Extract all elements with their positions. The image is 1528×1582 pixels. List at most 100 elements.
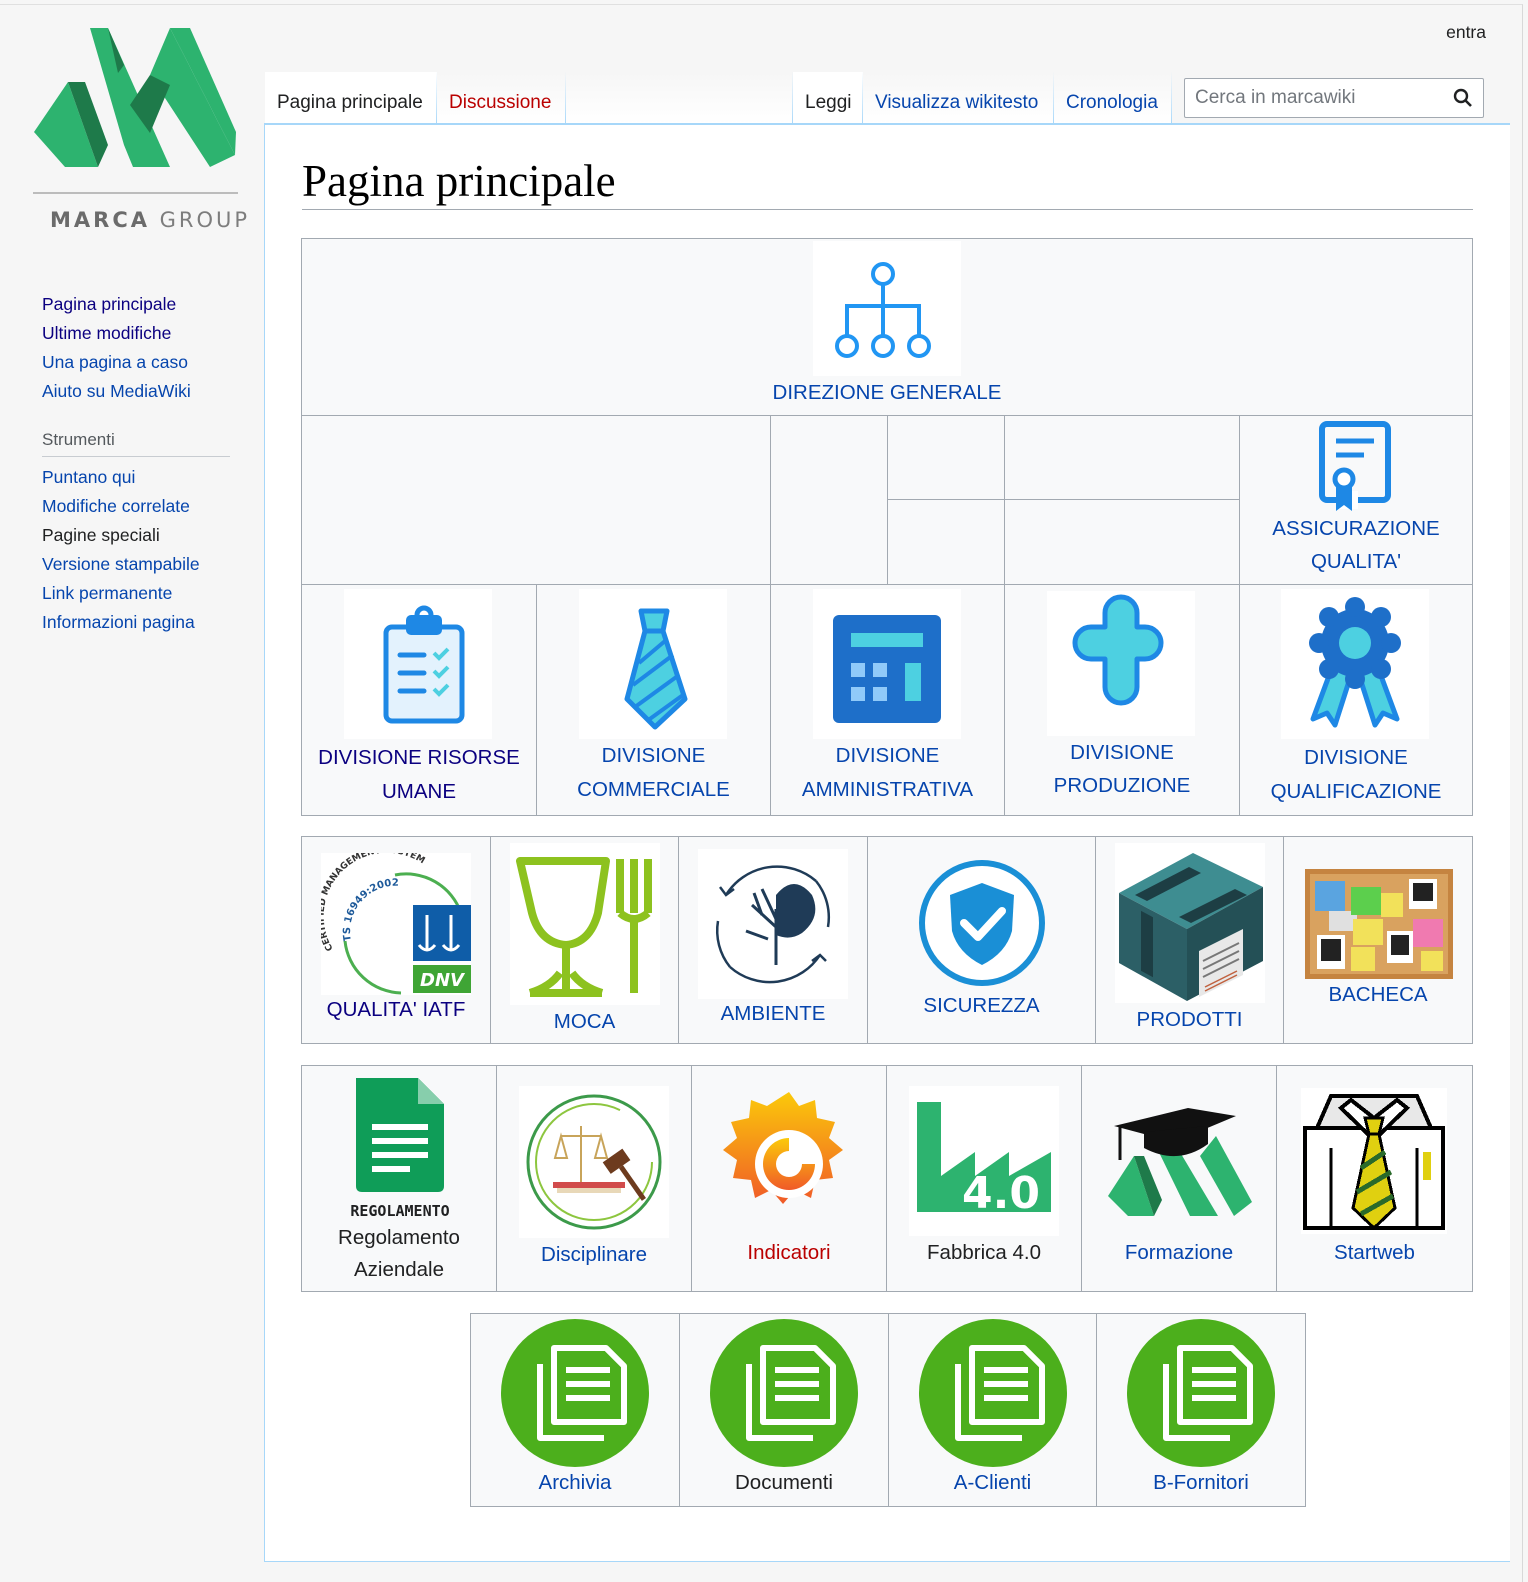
search-input[interactable] bbox=[1193, 79, 1447, 117]
sidebar-item-recent-changes[interactable]: Ultime modifiche bbox=[42, 319, 242, 348]
sidebar-item-printable[interactable]: Versione stampabile bbox=[42, 550, 242, 579]
justice-scale-icon[interactable] bbox=[519, 1086, 669, 1238]
org-qa-label-2[interactable]: QUALITA' bbox=[1240, 545, 1472, 578]
factory-icon[interactable]: 4.0 bbox=[909, 1086, 1059, 1236]
sidebar-item-related-changes[interactable]: Modifiche correlate bbox=[42, 492, 242, 521]
startweb-label[interactable]: Startweb bbox=[1277, 1236, 1472, 1269]
org-empty-cell bbox=[1004, 415, 1240, 500]
search-box bbox=[1184, 78, 1484, 118]
svg-text:TS 16949:2002: TS 16949:2002 bbox=[342, 878, 399, 943]
clienti-label[interactable]: A-Clienti bbox=[889, 1466, 1096, 1499]
environment-tree-icon[interactable] bbox=[698, 849, 848, 999]
moca-label[interactable]: MOCA bbox=[491, 1005, 678, 1038]
division-admin-cell: DIVISIONE AMMINISTRATIVA bbox=[770, 584, 1005, 816]
tab-discussion[interactable]: Discussione bbox=[437, 72, 566, 124]
grafana-icon[interactable] bbox=[714, 1086, 864, 1236]
fornitori-cell: B-Fornitori bbox=[1096, 1313, 1306, 1507]
tab-spacer bbox=[566, 72, 793, 124]
ambiente-label[interactable]: AMBIENTE bbox=[679, 997, 867, 1030]
tab-page[interactable]: Pagina principale bbox=[265, 72, 437, 124]
search-icon[interactable] bbox=[1453, 88, 1473, 108]
division-hr-cell: DIVISIONE RISORSE UMANE bbox=[301, 584, 537, 816]
org-empty-cell bbox=[770, 415, 888, 585]
tab-history[interactable]: Cronologia bbox=[1054, 72, 1172, 124]
division-hr-label-1[interactable]: DIVISIONE RISORSE bbox=[302, 741, 536, 774]
org-hierarchy-icon[interactable] bbox=[813, 241, 961, 376]
regulation-document-icon[interactable]: REGOLAMENTO bbox=[324, 1076, 474, 1226]
content-area: Pagina principale DIREZIONE GENERALE ASS… bbox=[264, 124, 1510, 1562]
bulletin-board-icon[interactable] bbox=[1305, 869, 1453, 979]
sidebar-item-help[interactable]: Aiuto su MediaWiki bbox=[42, 377, 242, 406]
indicatori-label[interactable]: Indicatori bbox=[692, 1236, 886, 1269]
fabbrica-label[interactable]: Fabbrica 4.0 bbox=[887, 1236, 1081, 1269]
regolamento-cell: REGOLAMENTO Regolamento Aziendale bbox=[301, 1065, 497, 1292]
division-commercial-label-2[interactable]: COMMERCIALE bbox=[537, 773, 770, 806]
badge-ring-text: CERTIFIED MANAGEMENT SYSTEM bbox=[321, 853, 426, 952]
certificate-icon[interactable] bbox=[1310, 419, 1402, 514]
sidebar-item-what-links-here[interactable]: Puntano qui bbox=[42, 463, 242, 492]
division-admin-label-2[interactable]: AMMINISTRATIVA bbox=[771, 773, 1004, 806]
iatf-cell: CERTIFIED MANAGEMENT SYSTEM TS 16949:200… bbox=[301, 836, 491, 1044]
division-hr-label-2[interactable]: UMANE bbox=[302, 775, 536, 808]
org-top-label[interactable]: DIREZIONE GENERALE bbox=[302, 376, 1472, 409]
sidebar-item-permalink[interactable]: Link permanente bbox=[42, 579, 242, 608]
marca-m-icon bbox=[34, 28, 236, 167]
product-box-icon[interactable] bbox=[1115, 843, 1265, 1003]
graduation-cap-icon[interactable] bbox=[1104, 1086, 1254, 1236]
regulation-caption: REGOLAMENTO bbox=[350, 1202, 449, 1220]
clipboard-icon[interactable] bbox=[344, 589, 492, 739]
division-production-cell: DIVISIONE PRODUZIONE bbox=[1004, 584, 1240, 816]
prodotti-label[interactable]: PRODOTTI bbox=[1096, 1003, 1283, 1036]
logo-wordmark: MARCA GROUP bbox=[50, 208, 251, 232]
disciplinare-cell: Disciplinare bbox=[496, 1065, 692, 1292]
division-production-label-2[interactable]: PRODUZIONE bbox=[1005, 769, 1239, 802]
division-production-label-1[interactable]: DIVISIONE bbox=[1005, 736, 1239, 769]
sicurezza-label[interactable]: SICUREZZA bbox=[868, 989, 1095, 1022]
tab-view-source[interactable]: Visualizza wikitesto bbox=[863, 72, 1054, 124]
division-commercial-label-1[interactable]: DIVISIONE bbox=[537, 739, 770, 772]
formazione-label[interactable]: Formazione bbox=[1082, 1236, 1276, 1269]
badge-brand-text: DNV bbox=[420, 970, 466, 991]
clients-document-icon[interactable] bbox=[918, 1318, 1068, 1468]
regolamento-label-2[interactable]: Aziendale bbox=[302, 1253, 496, 1286]
fornitori-label[interactable]: B-Fornitori bbox=[1097, 1466, 1305, 1499]
necktie-icon[interactable] bbox=[579, 589, 727, 739]
disciplinare-label[interactable]: Disciplinare bbox=[497, 1238, 691, 1271]
calculator-icon[interactable] bbox=[813, 589, 961, 739]
documenti-cell: Documenti bbox=[679, 1313, 889, 1507]
bacheca-label[interactable]: BACHECA bbox=[1284, 978, 1472, 1011]
org-qa-cell: ASSICURAZIONE QUALITA' bbox=[1239, 415, 1473, 585]
regolamento-label-1[interactable]: Regolamento bbox=[302, 1221, 496, 1254]
sidebar-item-page-info[interactable]: Informazioni pagina bbox=[42, 608, 242, 637]
documenti-label[interactable]: Documenti bbox=[680, 1466, 888, 1499]
moca-cell: MOCA bbox=[490, 836, 679, 1044]
iatf-label[interactable]: QUALITA' IATF bbox=[302, 993, 490, 1026]
puzzle-icon[interactable] bbox=[1047, 591, 1195, 736]
division-admin-label-1[interactable]: DIVISIONE bbox=[771, 739, 1004, 772]
badge-standard-text: TS 16949:2002 bbox=[342, 878, 399, 943]
sidebar: Pagina principale Ultime modifiche Una p… bbox=[42, 290, 242, 637]
factory-version-text: 4.0 bbox=[962, 1168, 1040, 1219]
indicatori-cell: Indicatori bbox=[691, 1065, 887, 1292]
archive-document-icon[interactable] bbox=[500, 1318, 650, 1468]
tab-read[interactable]: Leggi bbox=[793, 72, 863, 124]
org-empty-cell bbox=[887, 415, 1005, 500]
archivia-label[interactable]: Archivia bbox=[471, 1466, 679, 1499]
shield-check-icon[interactable] bbox=[908, 847, 1056, 992]
org-qa-label-1[interactable]: ASSICURAZIONE bbox=[1240, 512, 1472, 545]
org-top-cell: DIREZIONE GENERALE bbox=[301, 238, 1473, 416]
glass-and-fork-icon[interactable] bbox=[510, 843, 660, 1005]
suppliers-document-icon[interactable] bbox=[1126, 1318, 1276, 1468]
sidebar-item-main-page[interactable]: Pagina principale bbox=[42, 290, 242, 319]
ambiente-cell: AMBIENTE bbox=[678, 836, 868, 1044]
documents-icon[interactable] bbox=[709, 1318, 859, 1468]
shirt-and-tie-icon[interactable] bbox=[1301, 1088, 1447, 1234]
sidebar-item-special-pages[interactable]: Pagine speciali bbox=[42, 521, 242, 550]
division-qualification-label-2[interactable]: QUALIFICAZIONE bbox=[1240, 775, 1472, 808]
login-link[interactable]: entra bbox=[1446, 22, 1486, 43]
award-ribbon-icon[interactable] bbox=[1281, 589, 1429, 739]
dnv-certification-badge-icon[interactable]: CERTIFIED MANAGEMENT SYSTEM TS 16949:200… bbox=[321, 853, 471, 995]
sidebar-item-random-page[interactable]: Una pagina a caso bbox=[42, 348, 242, 377]
formazione-cell: Formazione bbox=[1081, 1065, 1277, 1292]
division-qualification-label-1[interactable]: DIVISIONE bbox=[1240, 741, 1472, 774]
